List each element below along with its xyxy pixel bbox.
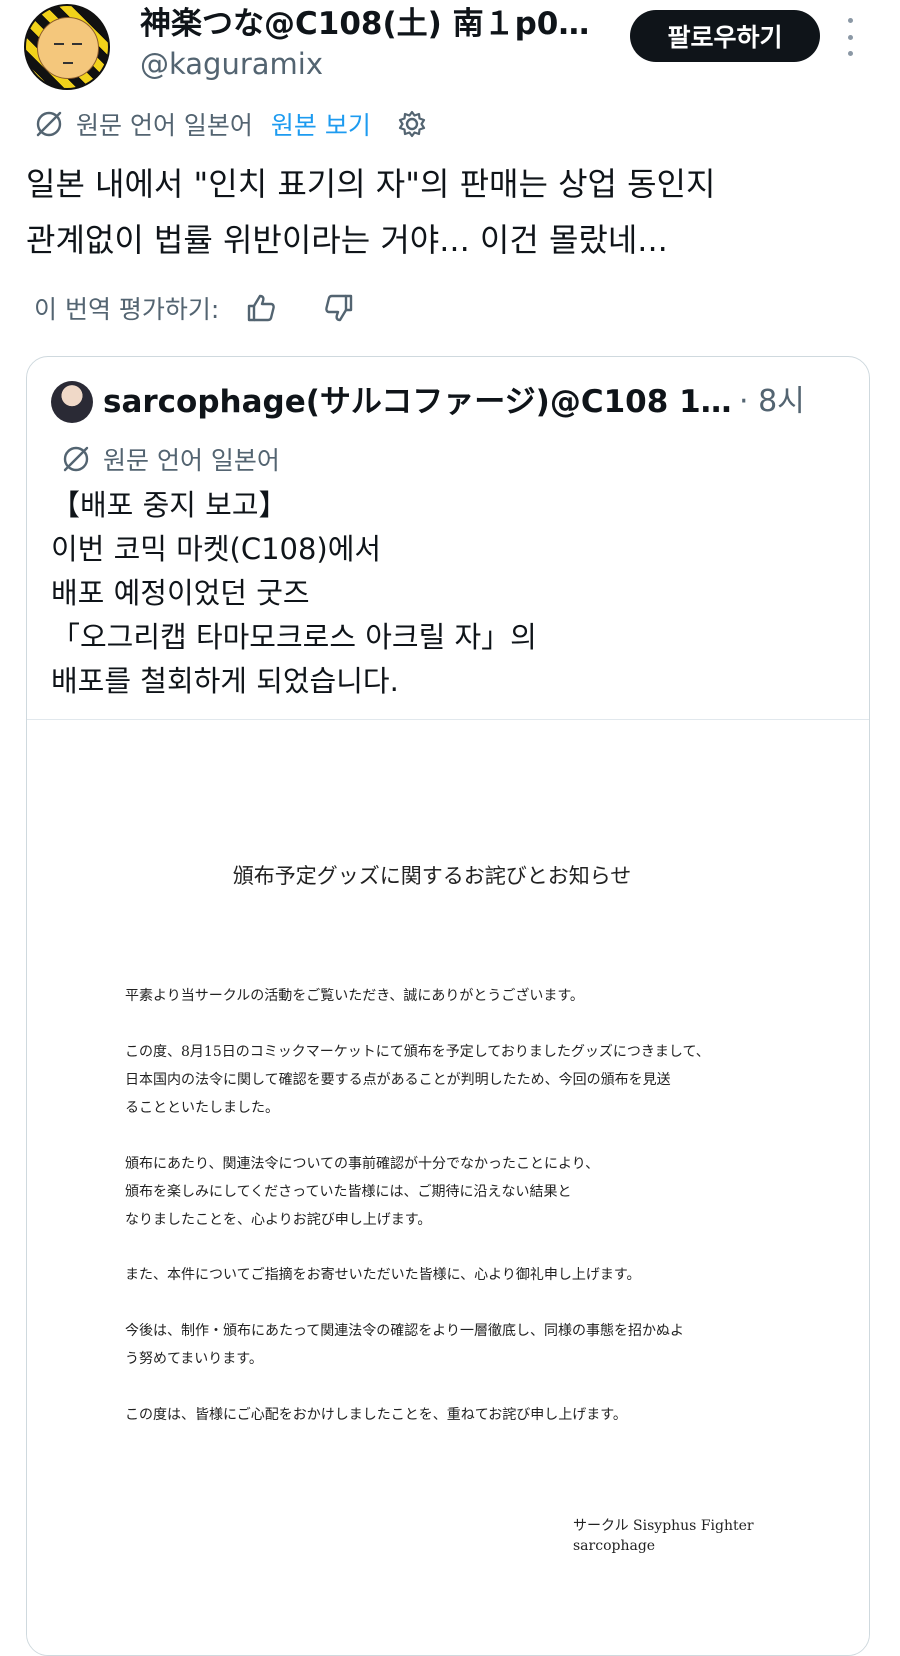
source-language-label: 원문 언어 일본어 (76, 111, 253, 140)
quote-timestamp[interactable]: · 8시 (739, 381, 805, 423)
notice-signature: サークル Sisyphus Fighter sarcophage (573, 1516, 754, 1556)
notice-paragraph: 今後は、制作・頒布にあたって関連法令の確認をより一層徹底し、同様の事態を招かぬよ… (125, 1317, 765, 1373)
thumbs-up-icon[interactable] (245, 292, 277, 324)
gear-icon[interactable] (397, 109, 427, 139)
notice-line: 頒布を楽しみにしてくださっていた皆様には、ご期待に沿えない結果と (125, 1184, 572, 1200)
notice-line: 平素より当サークルの活動をご覧いただき、誠にありがとうございます。 (125, 988, 584, 1004)
avatar-mouth (63, 62, 73, 64)
tweet-line: 관계없이 법률 위반이라는 거야... 이건 몰랐네... (26, 221, 668, 259)
follow-button[interactable]: 팔로우하기 (630, 10, 820, 62)
rate-label: 이 번역 평가하기: (34, 295, 220, 324)
notice-line: この度、8月15日のコミックマーケットにて頒布を予定しておりましたグッズにつきま… (125, 1044, 710, 1060)
notice-line: 頒布にあたり、関連法令についての事前確認が十分でなかったことにより、 (125, 1156, 600, 1172)
rate-translation-bar: 이 번역 평가하기: (34, 286, 355, 330)
signature-line: サークル Sisyphus Fighter (573, 1518, 754, 1534)
avatar-eye (72, 43, 82, 45)
notice-line: 日本国内の法令に関して確認を要する点があることが判明したため、今回の頒布を見送 (125, 1072, 671, 1088)
view-original-link[interactable]: 원본 보기 (271, 106, 371, 142)
notice-line: ることといたしました。 (125, 1100, 279, 1116)
signature-line: sarcophage (573, 1538, 656, 1554)
quote-line: 【배포 중지 보고】 (51, 488, 288, 522)
quote-author-name[interactable]: sarcophage(サルコファージ)@C108 1日... (103, 381, 733, 423)
notice-paragraph: この度、8月15日のコミックマーケットにて頒布を予定しておりましたグッズにつきま… (125, 1038, 765, 1122)
quote-line: 「오그리캡 타마모크로스 아크릴 자」의 (51, 620, 537, 654)
attached-notice-image[interactable]: 頒布予定グッズに関するお詫びとお知らせ 平素より当サークルの活動をご覧いただき、… (27, 720, 869, 1655)
notice-line: この度は、皆様にご心配をおかけしましたことを、重ねてお詫び申し上げます。 (125, 1407, 627, 1423)
translate-off-icon (36, 111, 62, 137)
translate-off-icon (63, 446, 89, 472)
quote-line: 배포 예정이었던 굿즈 (51, 576, 310, 610)
tweet-line: 일본 내에서 "인치 표기의 자"의 판매는 상업 동인지 (26, 165, 716, 203)
avatar-eye (54, 43, 64, 45)
author-handle[interactable]: @kaguramix (140, 46, 323, 82)
notice-line: 今後は、制作・頒布にあたって関連法令の確認をより一層徹底し、同様の事態を招かぬよ (125, 1323, 685, 1339)
translation-bar: 원문 언어 일본어 원본 보기 (34, 102, 427, 146)
author-display-name[interactable]: 神楽つな@C108(土) 南１p0... (140, 4, 590, 44)
quote-translation-bar: 원문 언어 일본어 (61, 437, 280, 481)
quote-line: 배포를 철회하게 되었습니다. (51, 664, 399, 698)
quote-source-language: 원문 언어 일본어 (103, 446, 280, 475)
notice-paragraph: また、本件についてご指摘をお寄せいただいた皆様に、心より御礼申し上げます。 (125, 1261, 765, 1289)
quote-body: 【배포 중지 보고】 이번 코믹 마켓(C108)에서 배포 예정이었던 굿즈 … (51, 483, 841, 703)
notice-line: また、本件についてご指摘をお寄せいただいた皆様に、心より御礼申し上げます。 (125, 1267, 641, 1283)
notice-paragraph: この度は、皆様にご心配をおかけしましたことを、重ねてお詫び申し上げます。 (125, 1401, 765, 1429)
quoted-tweet-card[interactable]: sarcophage(サルコファージ)@C108 1日... · 8시 원문 언… (26, 356, 870, 1656)
avatar-face (37, 17, 99, 79)
tweet-text: 일본 내에서 "인치 표기의 자"의 판매는 상업 동인지 관계없이 법률 위반… (26, 156, 876, 268)
notice-line: う努めてまいります。 (125, 1351, 263, 1367)
quote-line: 이번 코믹 마켓(C108)에서 (51, 532, 382, 566)
notice-title: 頒布予定グッズに関するお詫びとお知らせ (232, 864, 632, 888)
author-avatar[interactable] (24, 4, 110, 90)
more-vertical-icon[interactable] (842, 18, 858, 56)
notice-paragraph: 平素より当サークルの活動をご覧いただき、誠にありがとうございます。 (125, 982, 765, 1010)
notice-paragraph: 頒布にあたり、関連法令についての事前確認が十分でなかったことにより、 頒布を楽し… (125, 1150, 765, 1234)
quote-author-avatar[interactable] (51, 381, 93, 423)
thumbs-down-icon[interactable] (323, 292, 355, 324)
notice-line: なりましたことを、心よりお詫び申し上げます。 (125, 1212, 432, 1228)
